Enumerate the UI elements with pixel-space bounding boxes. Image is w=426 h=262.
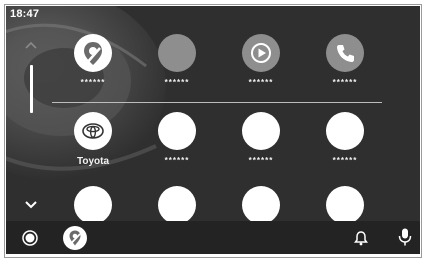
app-launcher-screen: 18:47 ****** ****** ****** ****** Toyota… xyxy=(6,6,420,221)
app-label: ****** xyxy=(332,78,358,87)
app-tile-6[interactable]: ****** xyxy=(142,112,212,165)
blank-app-icon xyxy=(242,112,280,150)
app-tile-8[interactable]: ****** xyxy=(310,112,380,165)
microphone-icon[interactable] xyxy=(398,227,412,247)
scroll-up-icon[interactable] xyxy=(24,40,38,50)
blank-app-icon xyxy=(326,112,364,150)
app-tile-maps[interactable]: ****** xyxy=(58,34,128,87)
app-tile-12[interactable] xyxy=(310,186,380,221)
app-label: ****** xyxy=(248,78,274,87)
app-tile-11[interactable] xyxy=(226,186,296,221)
app-label: ****** xyxy=(164,78,190,87)
maps-icon[interactable] xyxy=(62,225,88,251)
maps-icon xyxy=(74,34,112,72)
app-tile-media[interactable]: ****** xyxy=(226,34,296,87)
blank-app-icon xyxy=(158,34,196,72)
bottom-navigation-bar xyxy=(6,221,420,254)
app-tile-phone[interactable]: ****** xyxy=(310,34,380,87)
app-label: ****** xyxy=(248,156,274,165)
row-divider xyxy=(52,102,382,103)
blank-app-icon xyxy=(158,186,196,221)
app-tile-7[interactable]: ****** xyxy=(226,112,296,165)
app-tile-toyota[interactable]: Toyota xyxy=(58,112,128,167)
play-icon xyxy=(242,34,280,72)
blank-app-icon xyxy=(158,112,196,150)
app-tile-9[interactable] xyxy=(58,186,128,221)
home-icon[interactable] xyxy=(22,230,38,246)
blank-app-icon xyxy=(326,186,364,221)
app-tile-2[interactable]: ****** xyxy=(142,34,212,87)
app-label: ****** xyxy=(164,156,190,165)
phone-icon xyxy=(326,34,364,72)
scroll-indicator[interactable] xyxy=(30,65,33,113)
status-clock: 18:47 xyxy=(10,8,40,20)
blank-app-icon xyxy=(74,186,112,221)
toyota-logo-icon xyxy=(74,112,112,150)
app-label: ****** xyxy=(80,78,106,87)
app-label: Toyota xyxy=(76,156,110,167)
chevron-down-icon[interactable] xyxy=(23,198,39,210)
bell-icon[interactable] xyxy=(354,230,368,246)
blank-app-icon xyxy=(242,186,280,221)
app-tile-10[interactable] xyxy=(142,186,212,221)
app-label: ****** xyxy=(332,156,358,165)
